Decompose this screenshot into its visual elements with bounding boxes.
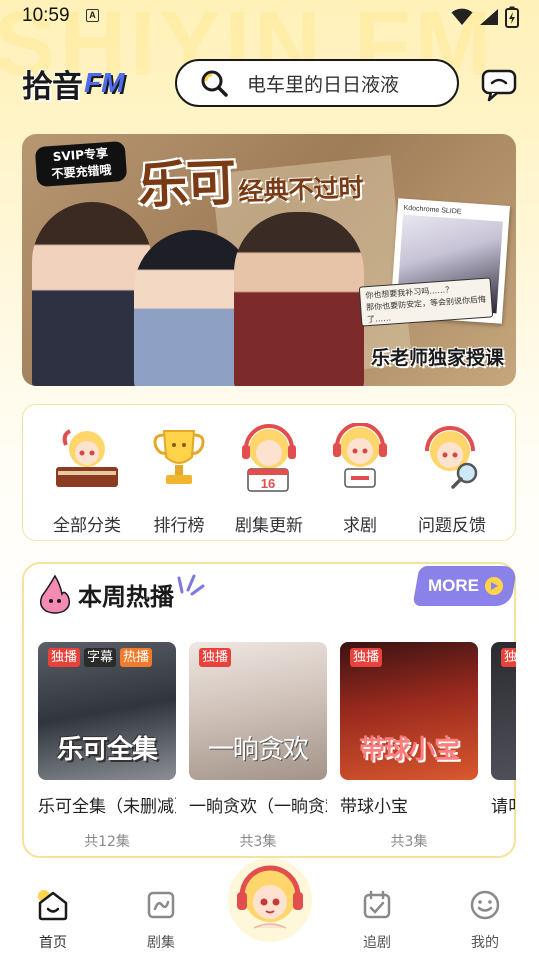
drama-card[interactable]: 独播 字幕 热播 乐可全集 乐可全集（未删减） 共12集	[38, 642, 176, 851]
svg-text:16: 16	[261, 476, 275, 491]
status-icons	[451, 6, 519, 28]
banner-title-main: 乐可	[137, 153, 236, 215]
nav-label: 我的	[471, 935, 499, 951]
drama-tags: 独播	[199, 648, 232, 667]
profile-icon	[470, 890, 500, 920]
drama-card[interactable]: 独 请叫	[491, 642, 516, 817]
nav-label: 剧集	[147, 935, 175, 951]
subtitle-tag: 字幕	[84, 648, 117, 667]
app-logo: 拾音 FM	[22, 61, 154, 105]
exclusive-tag: 独播	[199, 648, 232, 667]
cover-title: 乐可全集	[56, 735, 158, 765]
banner-footer-text: 乐老师独家授课	[370, 347, 504, 369]
battery-icon	[505, 6, 519, 28]
drama-tags: 独	[501, 648, 516, 667]
logo-en-text: FM	[84, 67, 125, 98]
nav-follow[interactable]: 追剧	[347, 888, 407, 952]
drama-episode-count: 共3集	[390, 834, 428, 850]
drama-name: 带球小宝	[340, 797, 408, 817]
cover-title: 带球小宝	[358, 735, 460, 765]
nav-label: 首页	[39, 935, 67, 951]
sparkle-lines-icon	[177, 574, 205, 596]
more-button[interactable]: MORE	[412, 566, 518, 606]
status-time: 10:59	[22, 5, 70, 26]
banner-title: 乐可 经典不过时	[137, 138, 364, 218]
drama-name: 请叫	[491, 797, 516, 817]
drama-card[interactable]: 独播 一晌贪欢 一晌贪欢（一晌贪欢） 共3集	[189, 642, 327, 851]
search-bar[interactable]: 电车里的日日液液	[175, 59, 459, 107]
drama-card[interactable]: 独播 带球小宝 带球小宝 共3集	[340, 642, 478, 851]
request-mascot-icon	[333, 422, 387, 488]
home-icon	[38, 890, 68, 921]
search-placeholder: 电车里的日日液液	[247, 73, 400, 96]
nav-home[interactable]: 首页	[23, 888, 83, 952]
cover-title: 一晌贪欢	[207, 735, 309, 765]
quick-menu-label: 求剧	[343, 516, 377, 536]
quick-menu-episode-updates[interactable]: 16 剧集更新	[224, 423, 314, 536]
logo-cn-text: 拾音	[22, 68, 83, 105]
trophy-icon	[153, 430, 205, 484]
drama-cover: 独播 字幕 热播 乐可全集	[38, 642, 176, 780]
books-mascot-icon	[56, 429, 118, 487]
drama-tags: 独播 字幕 热播	[48, 648, 153, 667]
nav-label: 追剧	[363, 935, 391, 951]
quick-menu-label: 剧集更新	[235, 516, 303, 536]
status-bar: 10:59 A	[0, 0, 539, 32]
follow-icon	[363, 890, 391, 919]
center-mascot-button[interactable]	[228, 858, 312, 942]
hot-tag: 热播	[120, 648, 153, 667]
banner-title-sub: 经典不过时	[237, 173, 364, 207]
quick-menu-label: 排行榜	[153, 516, 205, 536]
drama-cover: 独播 带球小宝	[340, 642, 478, 780]
drama-tags: 独播	[350, 648, 383, 667]
promo-banner[interactable]: SVIP专享 不要充错哦 乐可 经典不过时 Kdochrome SLIDE 你也…	[22, 134, 516, 386]
banner-character-right	[234, 212, 364, 386]
quick-menu-all-categories[interactable]: 全部分类	[42, 423, 132, 536]
quick-menu-feedback[interactable]: 问题反馈	[407, 423, 497, 536]
drama-icon	[147, 891, 175, 919]
magnifier-mascot-icon	[425, 426, 478, 489]
weekly-hot-header: 本周热播	[38, 574, 206, 614]
search-icon	[201, 70, 228, 97]
quick-menu-ranking[interactable]: 排行榜	[134, 423, 224, 536]
nav-profile[interactable]: 我的	[455, 888, 515, 952]
message-icon[interactable]	[481, 68, 517, 102]
notification-badge: A	[86, 9, 99, 22]
quick-menu-label: 全部分类	[53, 516, 121, 536]
nav-drama[interactable]: 剧集	[131, 888, 191, 952]
wifi-icon	[451, 8, 473, 25]
svip-tag: SVIP专享 不要充错哦	[34, 140, 128, 188]
drama-episode-count: 共12集	[84, 834, 130, 850]
more-label: MORE	[427, 576, 479, 595]
exclusive-tag: 独	[501, 648, 516, 667]
calendar-mascot-icon: 16	[242, 424, 296, 492]
weekly-hot-section: 本周热播 MORE 独播 字幕 热播 乐可全集 乐可全集（未删减） 共12集 独…	[22, 562, 518, 858]
drama-name: 一晌贪欢（一晌贪欢）	[189, 797, 327, 817]
weekly-hot-list: 独播 字幕 热播 乐可全集 乐可全集（未删减） 共12集 独播 一晌贪欢 一晌贪…	[38, 642, 516, 852]
drama-episode-count: 共3集	[239, 834, 277, 850]
drama-name: 乐可全集（未删减）	[38, 797, 176, 817]
quick-menu-label: 问题反馈	[418, 516, 486, 536]
exclusive-tag: 独播	[350, 648, 383, 667]
quick-menu: 全部分类 排行榜 16 剧集更新 求剧 问题反馈	[22, 404, 516, 541]
flame-mascot-icon	[39, 574, 71, 614]
quick-menu-request[interactable]: 求剧	[315, 422, 405, 536]
play-arrow-icon	[484, 577, 503, 595]
signal-icon	[480, 9, 498, 25]
drama-cover: 独播 一晌贪欢	[189, 642, 327, 780]
exclusive-tag: 独播	[48, 648, 81, 667]
weekly-hot-title: 本周热播	[78, 582, 174, 611]
drama-cover: 独	[491, 642, 516, 780]
